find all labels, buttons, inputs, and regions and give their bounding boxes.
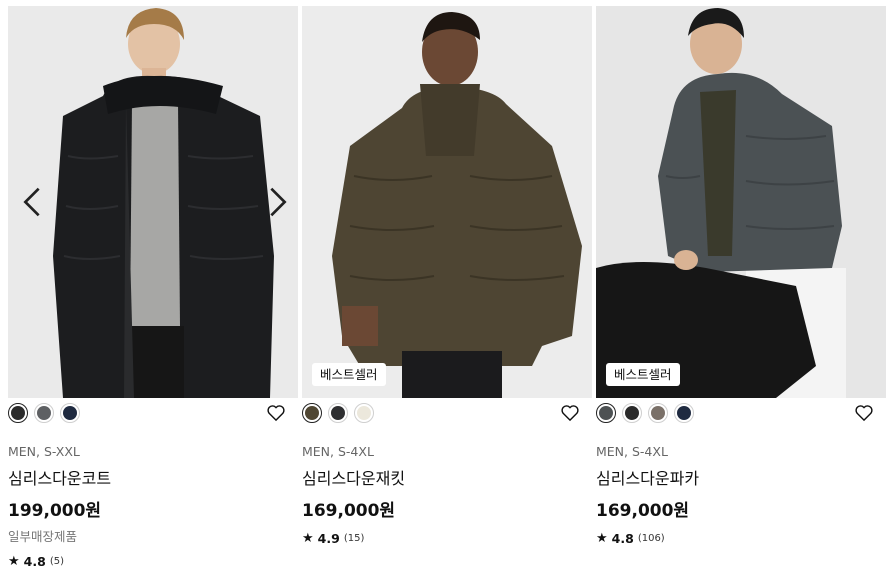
heart-outline-icon[interactable]: [266, 403, 286, 423]
product-image[interactable]: 베스트셀러: [302, 6, 592, 398]
color-swatches-row: [8, 398, 298, 442]
color-swatch-fill: [331, 406, 345, 420]
availability-note: 일부매장제품: [8, 529, 78, 544]
color-swatch[interactable]: [674, 403, 694, 423]
color-swatch-fill: [677, 406, 691, 420]
black-down-coat-photo: [8, 6, 298, 398]
color-swatches: [302, 403, 374, 423]
chevron-left-icon[interactable]: [22, 187, 42, 217]
color-swatches: [596, 403, 694, 423]
bestseller-badge: 베스트셀러: [606, 363, 680, 386]
review-count: (15): [343, 532, 365, 544]
star-icon: ★: [302, 530, 314, 546]
product-grid: MEN, S-XXL 심리스다운코트 199,000원 일부매장제품 ★ 4.8…: [0, 0, 896, 582]
product-price: 169,000원: [302, 501, 396, 521]
rating-score: 4.8: [611, 530, 634, 546]
product-card[interactable]: 베스트셀러 MEN, S-4XL 심리스다운파카 169,000원 ★ 4.8 …: [596, 6, 886, 549]
color-swatch[interactable]: [354, 403, 374, 423]
color-swatch[interactable]: [34, 403, 54, 423]
product-image[interactable]: 베스트셀러: [596, 6, 886, 398]
olive-down-jacket-photo: [302, 6, 592, 398]
product-card[interactable]: 베스트셀러 MEN, S-4XL 심리스다운재킷 169,000원 ★ 4.9 …: [302, 6, 592, 549]
color-swatches-row: [596, 398, 886, 442]
color-swatch[interactable]: [302, 403, 322, 423]
color-swatch[interactable]: [622, 403, 642, 423]
product-meta: MEN, S-4XL: [596, 444, 668, 459]
color-swatch-fill: [357, 406, 371, 420]
color-swatch[interactable]: [648, 403, 668, 423]
rating-score: 4.9: [317, 530, 340, 546]
color-swatches: [8, 403, 80, 423]
product-meta: MEN, S-4XL: [302, 444, 374, 459]
review-count: (106): [637, 532, 665, 544]
color-swatch-fill: [63, 406, 77, 420]
color-swatch-fill: [37, 406, 51, 420]
grey-down-parka-photo: [596, 6, 886, 398]
color-swatch[interactable]: [328, 403, 348, 423]
product-meta: MEN, S-XXL: [8, 444, 80, 459]
star-icon: ★: [596, 530, 608, 546]
color-swatch-fill: [651, 406, 665, 420]
heart-outline-icon[interactable]: [560, 403, 580, 423]
product-name[interactable]: 심리스다운재킷: [302, 467, 592, 491]
color-swatches-row: [302, 398, 592, 442]
product-price: 169,000원: [596, 501, 690, 521]
product-rating: ★ 4.8 (5): [8, 550, 298, 572]
chevron-right-icon[interactable]: [268, 187, 288, 217]
product-image[interactable]: [8, 6, 298, 398]
product-rating: ★ 4.9 (15): [302, 527, 592, 549]
heart-outline-icon[interactable]: [854, 403, 874, 423]
color-swatch[interactable]: [8, 403, 28, 423]
color-swatch-fill: [11, 406, 25, 420]
color-swatch-fill: [625, 406, 639, 420]
color-swatch[interactable]: [596, 403, 616, 423]
bestseller-badge: 베스트셀러: [312, 363, 386, 386]
color-swatch-fill: [305, 406, 319, 420]
product-rating: ★ 4.8 (106): [596, 527, 886, 549]
review-count: (5): [49, 555, 64, 567]
product-name[interactable]: 심리스다운코트: [8, 467, 298, 491]
product-card[interactable]: MEN, S-XXL 심리스다운코트 199,000원 일부매장제품 ★ 4.8…: [8, 6, 298, 572]
star-icon: ★: [8, 553, 20, 569]
rating-score: 4.8: [23, 553, 46, 569]
color-swatch-fill: [599, 406, 613, 420]
product-price: 199,000원: [8, 501, 102, 521]
product-name[interactable]: 심리스다운파카: [596, 467, 886, 491]
color-swatch[interactable]: [60, 403, 80, 423]
